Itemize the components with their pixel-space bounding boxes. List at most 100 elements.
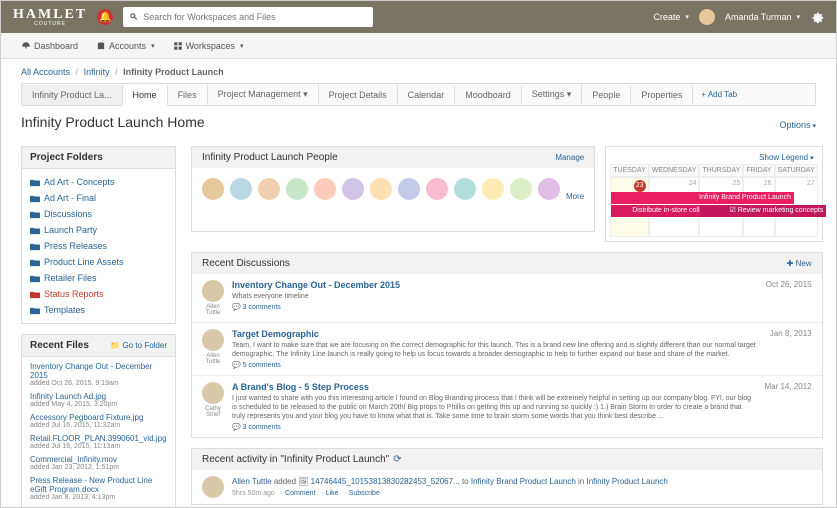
goto-folder-link[interactable]: 📁 Go to Folder bbox=[110, 341, 167, 350]
calendar-event[interactable]: ☑ Review marketing concepts bbox=[700, 205, 826, 217]
search-input[interactable] bbox=[143, 12, 367, 22]
discussion-avatar bbox=[202, 329, 224, 351]
discussion-item: Allen TuttleInventory Change Out - Decem… bbox=[192, 274, 822, 322]
folder-item[interactable]: Ad Art - Concepts bbox=[30, 174, 167, 190]
discussion-avatar bbox=[202, 382, 224, 404]
person-avatar[interactable] bbox=[398, 178, 420, 200]
file-link[interactable]: Retail.FLOOR_PLAN.3990601_vid.jpg bbox=[30, 434, 167, 443]
person-avatar[interactable] bbox=[454, 178, 476, 200]
recent-files-head: Recent Files 📁 Go to Folder bbox=[21, 334, 176, 357]
discussions-head: Recent Discussions bbox=[202, 258, 290, 269]
file-meta: added Jul 16, 2015, 11:13am bbox=[30, 443, 167, 450]
folder-item[interactable]: Product Line Assets bbox=[30, 254, 167, 270]
tab-calendar[interactable]: Calendar bbox=[398, 85, 456, 105]
briefcase-icon bbox=[96, 41, 106, 51]
comment-link[interactable]: Comment bbox=[285, 490, 315, 497]
calendar-day-cell[interactable]: 25☑ Review marketing concepts bbox=[699, 177, 743, 237]
person-avatar[interactable] bbox=[258, 178, 280, 200]
file-link[interactable]: Accessory Pegboard Fixture.jpg bbox=[30, 413, 167, 422]
discussion-comments[interactable]: 💬 3 comments bbox=[232, 303, 758, 311]
person-avatar[interactable] bbox=[342, 178, 364, 200]
tab-moodboard[interactable]: Moodboard bbox=[455, 85, 522, 105]
discussion-comments[interactable]: 💬 5 comments bbox=[232, 361, 762, 369]
person-avatar[interactable] bbox=[510, 178, 532, 200]
folder-item[interactable]: Press Releases bbox=[30, 238, 167, 254]
person-avatar[interactable] bbox=[538, 178, 560, 200]
folder-item[interactable]: Ad Art - Final bbox=[30, 190, 167, 206]
folder-item[interactable]: Discussions bbox=[30, 206, 167, 222]
search-icon bbox=[129, 12, 139, 22]
file-link[interactable]: Press Release - New Product Line eGift P… bbox=[30, 476, 167, 494]
calendar-event[interactable]: Infinity Brand Product Launch bbox=[611, 192, 794, 204]
create-menu[interactable]: Create bbox=[653, 12, 689, 22]
discussion-title[interactable]: Target Demographic bbox=[232, 329, 762, 339]
file-link[interactable]: Commercial_Infinity.mov bbox=[30, 455, 167, 464]
like-link[interactable]: Like bbox=[326, 490, 339, 497]
discussion-title[interactable]: A Brand's Blog - 5 Step Process bbox=[232, 382, 756, 392]
tab-people[interactable]: People bbox=[582, 85, 631, 105]
folder-item[interactable]: Templates bbox=[30, 302, 167, 318]
person-avatar[interactable] bbox=[370, 178, 392, 200]
more-people-link[interactable]: More bbox=[566, 192, 584, 201]
activity-loc1-link[interactable]: Infinity Brand Product Launch bbox=[471, 477, 576, 486]
person-avatar[interactable] bbox=[482, 178, 504, 200]
user-avatar[interactable] bbox=[699, 9, 715, 25]
activity-loc2-link[interactable]: Infinity Product Launch bbox=[586, 477, 667, 486]
discussion-date: Oct 26, 2015 bbox=[766, 280, 812, 316]
tab-project-details[interactable]: Project Details bbox=[319, 85, 398, 105]
gear-icon[interactable] bbox=[810, 10, 824, 24]
calendar-day-cell[interactable]: 23Infinity Brand Product LaunchDistribut… bbox=[610, 177, 649, 237]
nav-accounts[interactable]: Accounts bbox=[96, 41, 155, 51]
activity-head: Recent activity in "Infinity Product Lau… bbox=[202, 454, 402, 465]
discussion-date: Jan 8, 2013 bbox=[770, 329, 812, 369]
search-box[interactable] bbox=[123, 7, 373, 27]
new-discussion-link[interactable]: New bbox=[787, 259, 812, 268]
calendar-day-header: SATURDAY bbox=[775, 164, 818, 177]
tab-properties[interactable]: Properties bbox=[631, 85, 693, 105]
show-legend-link[interactable]: Show Legend bbox=[759, 153, 813, 162]
discussion-comments[interactable]: 💬 3 comments bbox=[232, 423, 756, 431]
nav-dashboard[interactable]: Dashboard bbox=[21, 41, 78, 51]
discussion-avatar bbox=[202, 280, 224, 302]
folder-item[interactable]: Retailer Files bbox=[30, 270, 167, 286]
tab-project-management[interactable]: Project Management ▾ bbox=[208, 84, 319, 105]
person-avatar[interactable] bbox=[314, 178, 336, 200]
folder-icon bbox=[30, 275, 40, 283]
tab-files[interactable]: Files bbox=[168, 85, 208, 105]
activity-text: Allen Tuttle added 🖼 14746445_1015381383… bbox=[232, 476, 668, 487]
tab-home[interactable]: Home bbox=[123, 85, 168, 106]
folder-icon bbox=[30, 195, 40, 203]
subscribe-link[interactable]: Subscribe bbox=[349, 490, 380, 497]
discussion-text: I just wanted to share with you this int… bbox=[232, 394, 756, 421]
options-menu[interactable]: Options bbox=[779, 120, 816, 130]
person-avatar[interactable] bbox=[426, 178, 448, 200]
person-avatar[interactable] bbox=[286, 178, 308, 200]
activity-panel: Recent activity in "Infinity Product Lau… bbox=[191, 448, 823, 505]
activity-user-link[interactable]: Allen Tuttle bbox=[232, 477, 272, 486]
nav-workspaces[interactable]: Workspaces bbox=[173, 41, 244, 51]
person-avatar[interactable] bbox=[230, 178, 252, 200]
person-avatar[interactable] bbox=[202, 178, 224, 200]
add-tab-link[interactable]: + Add Tab bbox=[693, 85, 745, 104]
notification-bell-icon[interactable] bbox=[97, 9, 113, 25]
file-link[interactable]: Infinity Launch Ad.jpg bbox=[30, 392, 167, 401]
discussion-author: Cathy Strief bbox=[202, 406, 224, 418]
top-bar: HAMLET COUTURE Create Amanda Turman bbox=[1, 1, 836, 33]
breadcrumb-all[interactable]: All Accounts bbox=[21, 67, 70, 77]
activity-file-link[interactable]: 14746445_10153813830282453_52067... bbox=[311, 477, 460, 486]
tab-settings[interactable]: Settings ▾ bbox=[522, 84, 583, 105]
user-menu[interactable]: Amanda Turman bbox=[725, 12, 800, 22]
folder-icon bbox=[30, 179, 40, 187]
breadcrumb-account[interactable]: Infinity bbox=[84, 67, 110, 77]
activity-meta: 5hrs 50m ago · Comment · Like · Subscrib… bbox=[232, 490, 668, 497]
refresh-icon[interactable]: ⟳ bbox=[393, 454, 401, 465]
folder-icon bbox=[30, 307, 40, 315]
discussion-title[interactable]: Inventory Change Out - December 2015 bbox=[232, 280, 758, 290]
file-link[interactable]: Inventory Change Out - December 2015 bbox=[30, 362, 167, 380]
folder-item[interactable]: Launch Party bbox=[30, 222, 167, 238]
folder-item[interactable]: Status Reports bbox=[30, 286, 167, 302]
folder-icon bbox=[30, 211, 40, 219]
brand-logo: HAMLET COUTURE bbox=[13, 7, 87, 27]
manage-people-link[interactable]: Manage bbox=[555, 153, 584, 162]
breadcrumb: All Accounts / Infinity / Infinity Produ… bbox=[21, 67, 816, 77]
